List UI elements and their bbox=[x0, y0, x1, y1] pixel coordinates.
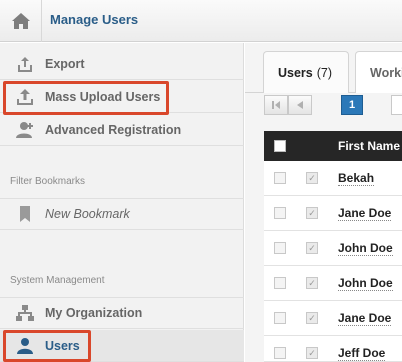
sidebar: Export Mass Upload Users Advanced Regist… bbox=[0, 43, 244, 362]
export-icon bbox=[13, 52, 37, 76]
main-panel: Users (7) Worki 1 First Name ✓ Bekah ✓ J… bbox=[245, 43, 402, 362]
sidebar-item-label: Mass Upload Users bbox=[45, 89, 161, 104]
table-row[interactable]: ✓ Bekah bbox=[264, 161, 402, 196]
bookmark-icon bbox=[13, 202, 37, 226]
first-page-icon bbox=[272, 101, 280, 109]
first-name-cell[interactable]: Jane Doe bbox=[338, 311, 392, 326]
table-row[interactable]: ✓ Jeff Doe bbox=[264, 336, 402, 362]
table-row[interactable]: ✓ John Doe bbox=[264, 266, 402, 301]
org-chart-icon bbox=[13, 301, 37, 325]
select-all-checkbox[interactable] bbox=[274, 140, 286, 152]
tab-working[interactable]: Worki bbox=[355, 51, 402, 93]
tab-label: Worki bbox=[370, 65, 402, 80]
pager: 1 bbox=[245, 93, 402, 127]
sidebar-item-label: My Organization bbox=[45, 306, 143, 320]
home-icon bbox=[11, 13, 30, 29]
user-icon bbox=[13, 334, 37, 358]
breadcrumb[interactable]: Manage Users bbox=[50, 12, 138, 27]
next-page-button[interactable] bbox=[391, 95, 402, 115]
sidebar-item-users[interactable]: Users bbox=[0, 330, 244, 362]
sidebar-item-my-organization[interactable]: My Organization bbox=[0, 297, 244, 329]
row-select-checkbox[interactable] bbox=[274, 312, 286, 324]
sidebar-item-mass-upload-users[interactable]: Mass Upload Users bbox=[0, 81, 244, 113]
row-status-checkbox[interactable]: ✓ bbox=[306, 277, 318, 289]
first-name-cell[interactable]: John Doe bbox=[338, 241, 393, 256]
sidebar-item-label: Advanced Registration bbox=[45, 122, 182, 137]
row-status-checkbox[interactable]: ✓ bbox=[306, 347, 318, 359]
sidebar-item-advanced-registration[interactable]: Advanced Registration bbox=[0, 114, 244, 146]
section-title-filter-bookmarks: Filter Bookmarks bbox=[10, 176, 86, 187]
table-row[interactable]: ✓ Jane Doe bbox=[264, 196, 402, 231]
row-select-checkbox[interactable] bbox=[274, 347, 286, 359]
section-title-system-management: System Management bbox=[10, 275, 105, 286]
upload-icon bbox=[13, 85, 37, 109]
row-status-checkbox[interactable]: ✓ bbox=[306, 207, 318, 219]
row-select-checkbox[interactable] bbox=[274, 242, 286, 254]
sidebar-item-label: Export bbox=[45, 56, 85, 71]
first-page-button[interactable] bbox=[264, 95, 288, 115]
first-name-cell[interactable]: John Doe bbox=[338, 276, 393, 291]
user-add-icon bbox=[13, 118, 37, 142]
prev-page-icon bbox=[297, 101, 303, 109]
sidebar-item-label: Users bbox=[45, 338, 80, 353]
table-row[interactable]: ✓ John Doe bbox=[264, 231, 402, 266]
row-status-checkbox[interactable]: ✓ bbox=[306, 172, 318, 184]
sidebar-item-new-bookmark[interactable]: New Bookmark bbox=[0, 198, 244, 230]
tab-label: Users bbox=[278, 65, 313, 80]
sidebar-item-export[interactable]: Export bbox=[0, 48, 244, 80]
home-button[interactable] bbox=[0, 0, 42, 42]
first-name-cell[interactable]: Bekah bbox=[338, 171, 375, 186]
tab-count: (7) bbox=[316, 65, 333, 80]
prev-page-button[interactable] bbox=[288, 95, 312, 115]
column-header-first-name[interactable]: First Name bbox=[338, 139, 400, 153]
table-row[interactable]: ✓ Jane Doe bbox=[264, 301, 402, 336]
row-status-checkbox[interactable]: ✓ bbox=[306, 312, 318, 324]
page-number-current[interactable]: 1 bbox=[341, 95, 363, 115]
row-select-checkbox[interactable] bbox=[274, 172, 286, 184]
row-select-checkbox[interactable] bbox=[274, 277, 286, 289]
first-name-cell[interactable]: Jane Doe bbox=[338, 206, 392, 221]
top-bar: Manage Users bbox=[0, 0, 402, 42]
sidebar-item-label: New Bookmark bbox=[45, 207, 130, 221]
tab-bar: Users (7) Worki bbox=[245, 43, 402, 93]
row-status-checkbox[interactable]: ✓ bbox=[306, 242, 318, 254]
tab-users[interactable]: Users (7) bbox=[263, 51, 349, 93]
first-name-cell[interactable]: Jeff Doe bbox=[338, 346, 386, 361]
table-header: First Name bbox=[264, 131, 402, 161]
row-select-checkbox[interactable] bbox=[274, 207, 286, 219]
